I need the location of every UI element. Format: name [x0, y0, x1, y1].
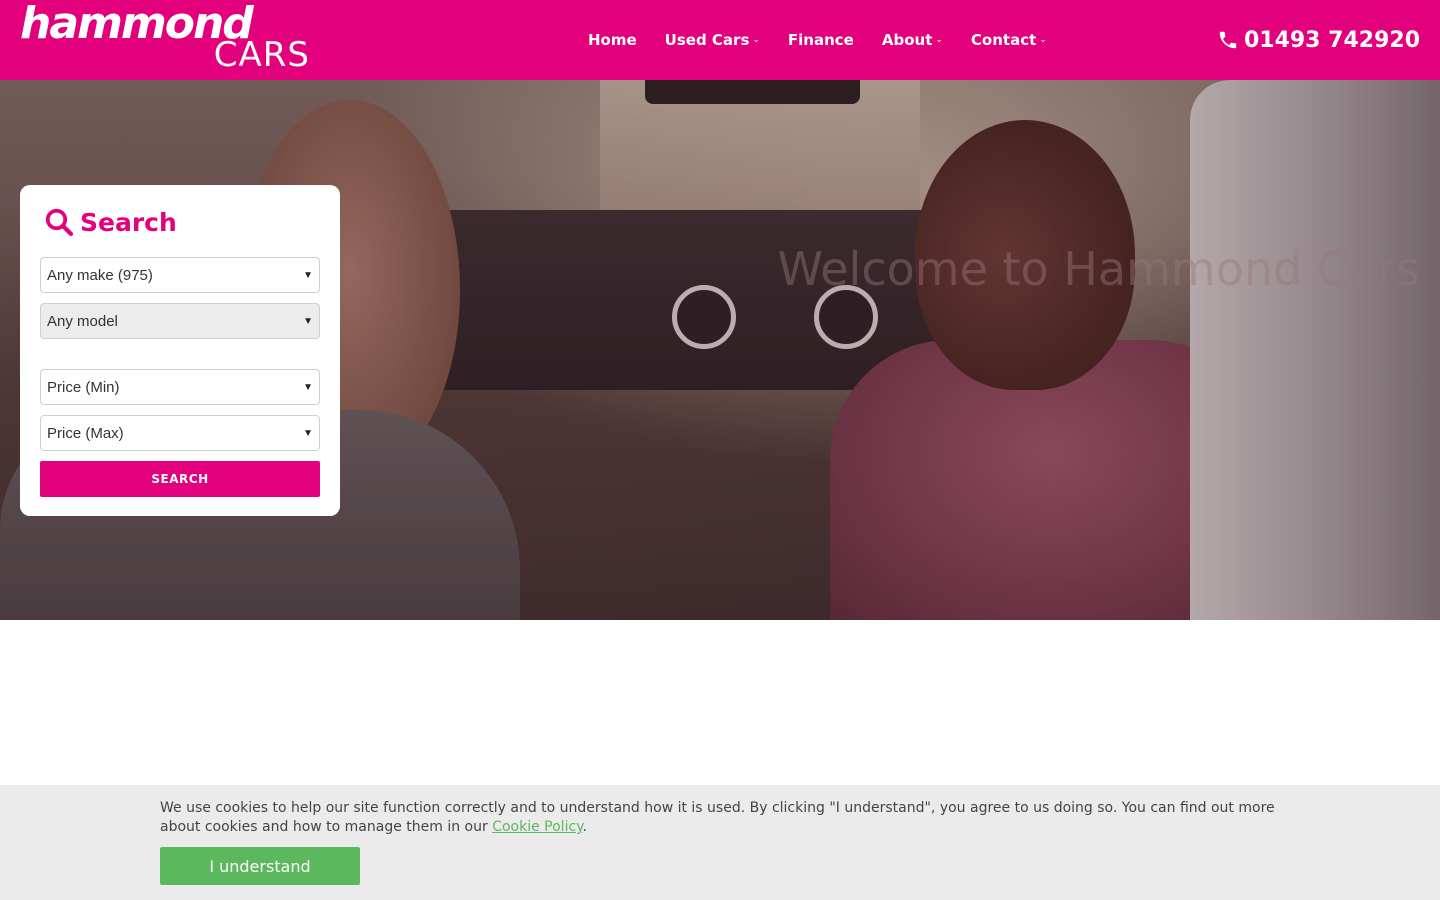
model-select[interactable]: Any model ▼ [40, 303, 320, 339]
nav-about[interactable]: About ⌄ [874, 31, 943, 49]
main-nav: Home Used Cars ⌄ Finance About ⌄ Contact… [580, 0, 1067, 80]
cookie-accept-button[interactable]: I understand [160, 847, 360, 885]
make-select-value: Any make (975) [47, 266, 153, 284]
phone-link[interactable]: 01493 742920 [1217, 0, 1420, 80]
make-select[interactable]: Any make (975) ▼ [40, 257, 320, 293]
search-title: Search [44, 205, 320, 239]
search-icon [45, 208, 74, 237]
model-select-value: Any model [47, 312, 118, 330]
nav-contact-label: Contact [970, 31, 1037, 49]
cookie-banner: We use cookies to help our site function… [0, 785, 1440, 900]
cookie-message: We use cookies to help our site function… [160, 799, 1280, 837]
nav-used-cars[interactable]: Used Cars ⌄ [657, 31, 760, 49]
nav-finance-label: Finance [787, 31, 854, 49]
chevron-down-icon: ⌄ [752, 35, 760, 45]
search-title-label: Search [80, 207, 177, 237]
chevron-down-icon: ⌄ [935, 35, 943, 45]
hero-welcome-text: Welcome to Hammond Cars [777, 242, 1420, 296]
cookie-text-end: . [582, 819, 587, 835]
nav-used-cars-label: Used Cars [664, 31, 750, 49]
chevron-down-icon: ▼ [303, 269, 313, 281]
nav-finance[interactable]: Finance [780, 31, 854, 49]
search-button[interactable]: SEARCH [40, 461, 320, 497]
price-min-select[interactable]: Price (Min) ▼ [40, 369, 320, 405]
price-min-value: Price (Min) [47, 378, 120, 396]
nav-home[interactable]: Home [580, 31, 637, 49]
phone-icon [1219, 31, 1237, 49]
nav-contact[interactable]: Contact ⌄ [963, 31, 1047, 49]
chevron-down-icon: ⌄ [1039, 35, 1047, 45]
nav-about-label: About [881, 31, 933, 49]
site-logo[interactable]: hammond CARS [20, 2, 312, 75]
cookie-policy-link[interactable]: Cookie Policy [492, 819, 582, 835]
chevron-down-icon: ▼ [303, 427, 313, 439]
price-max-select[interactable]: Price (Max) ▼ [40, 415, 320, 451]
cookie-text: We use cookies to help our site function… [160, 800, 1275, 835]
logo-subtext: CARS [213, 35, 310, 75]
price-max-value: Price (Max) [47, 424, 124, 442]
nav-home-label: Home [588, 31, 637, 49]
chevron-down-icon: ▼ [303, 315, 313, 327]
site-header: hammond CARS Home Used Cars ⌄ Finance Ab… [0, 0, 1440, 80]
phone-number: 01493 742920 [1243, 27, 1420, 53]
chevron-down-icon: ▼ [303, 381, 313, 393]
search-panel: Search Any make (975) ▼ Any model ▼ Pric… [20, 185, 340, 516]
